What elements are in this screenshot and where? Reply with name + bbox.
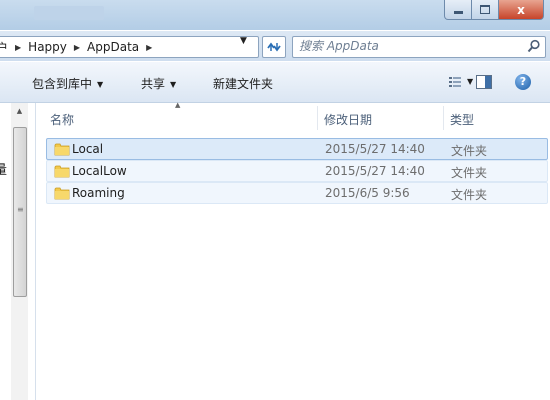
include-in-library-label: 包含到库中 — [32, 77, 93, 91]
column-header-date-modified[interactable]: 修改日期 — [324, 111, 372, 128]
close-icon: x — [517, 2, 525, 17]
close-button[interactable]: x — [499, 0, 544, 20]
address-bar: 户 ▶ Happy ▶ AppData ▶ ▼ — [0, 31, 550, 61]
new-folder-button[interactable]: 新建文件夹 — [213, 75, 273, 92]
file-name: LocalLow — [72, 164, 127, 178]
minimize-icon — [453, 11, 463, 14]
file-type: 文件夹 — [451, 166, 488, 180]
new-folder-label: 新建文件夹 — [213, 77, 274, 91]
breadcrumb-item-happy[interactable]: Happy — [28, 40, 67, 54]
folder-icon — [54, 143, 70, 156]
view-options-icon[interactable] — [449, 77, 461, 87]
help-icon[interactable]: ? — [515, 74, 531, 90]
column-header-row: ▲ 名称 修改日期 类型 — [36, 101, 550, 131]
column-divider[interactable] — [317, 106, 318, 130]
share-label: 共享 — [141, 77, 166, 91]
scroll-thumb[interactable]: ≡ — [13, 127, 27, 297]
sort-ascending-icon: ▲ — [175, 101, 181, 109]
include-in-library-button[interactable]: 包含到库中 ▼ — [32, 75, 103, 92]
nav-item-partial[interactable]: 量 — [0, 159, 7, 178]
search-box[interactable] — [292, 36, 546, 58]
refresh-button[interactable] — [262, 36, 286, 58]
address-dropdown-arrow-icon[interactable]: ▼ — [240, 36, 247, 46]
scroll-up-arrow-icon[interactable]: ▲ — [11, 107, 28, 115]
window-title-blurred — [34, 6, 104, 20]
folder-icon — [54, 165, 70, 178]
search-input[interactable] — [299, 39, 511, 53]
table-row[interactable]: Roaming 2015/6/5 9:56 文件夹 — [46, 182, 548, 204]
breadcrumb-chevron-icon[interactable]: ▶ — [146, 43, 152, 52]
dropdown-arrow-icon: ▼ — [97, 80, 104, 89]
window-controls: x — [444, 0, 544, 20]
column-header-type[interactable]: 类型 — [450, 111, 474, 128]
preview-pane-icon[interactable] — [476, 75, 492, 89]
command-bar: 包含到库中 ▼ 共享 ▼ 新建文件夹 ▼ ? — [0, 62, 550, 103]
breadcrumb-chevron-icon[interactable]: ▶ — [74, 43, 80, 52]
file-date-modified: 2015/6/5 9:56 — [325, 186, 410, 200]
refresh-icon — [267, 42, 281, 52]
file-name: Local — [72, 142, 104, 156]
maximize-icon — [480, 5, 490, 14]
share-button[interactable]: 共享 ▼ — [141, 75, 176, 92]
table-row[interactable]: LocalLow 2015/5/27 14:40 文件夹 — [46, 160, 548, 182]
table-row[interactable]: Local 2015/5/27 14:40 文件夹 — [46, 138, 548, 160]
breadcrumb[interactable]: 户 ▶ Happy ▶ AppData ▶ — [0, 36, 259, 58]
breadcrumb-chevron-icon[interactable]: ▶ — [15, 43, 21, 52]
nav-scrollbar[interactable]: ▲ ≡ — [11, 103, 28, 400]
navigation-pane: 量 ▲ ≡ — [0, 103, 36, 400]
column-header-name[interactable]: 名称 — [50, 111, 74, 128]
file-date-modified: 2015/5/27 14:40 — [325, 164, 425, 178]
column-divider[interactable] — [443, 106, 444, 130]
minimize-button[interactable] — [444, 0, 472, 20]
folder-icon — [54, 187, 70, 200]
view-dropdown-arrow-icon[interactable]: ▼ — [467, 77, 473, 86]
file-date-modified: 2015/5/27 14:40 — [325, 142, 425, 156]
file-type: 文件夹 — [451, 188, 488, 202]
file-type: 文件夹 — [451, 144, 488, 158]
file-list: ▲ 名称 修改日期 类型 Local 2015/5/27 14:40 文件夹 L… — [36, 101, 550, 400]
breadcrumb-item-partial[interactable]: 户 — [0, 39, 8, 56]
title-bar: x — [0, 0, 550, 30]
scroll-grip-icon: ≡ — [17, 205, 24, 214]
dropdown-arrow-icon: ▼ — [170, 80, 177, 89]
breadcrumb-item-appdata[interactable]: AppData — [87, 40, 139, 54]
file-name: Roaming — [72, 186, 125, 200]
maximize-button[interactable] — [472, 0, 499, 20]
search-icon[interactable] — [527, 39, 541, 53]
